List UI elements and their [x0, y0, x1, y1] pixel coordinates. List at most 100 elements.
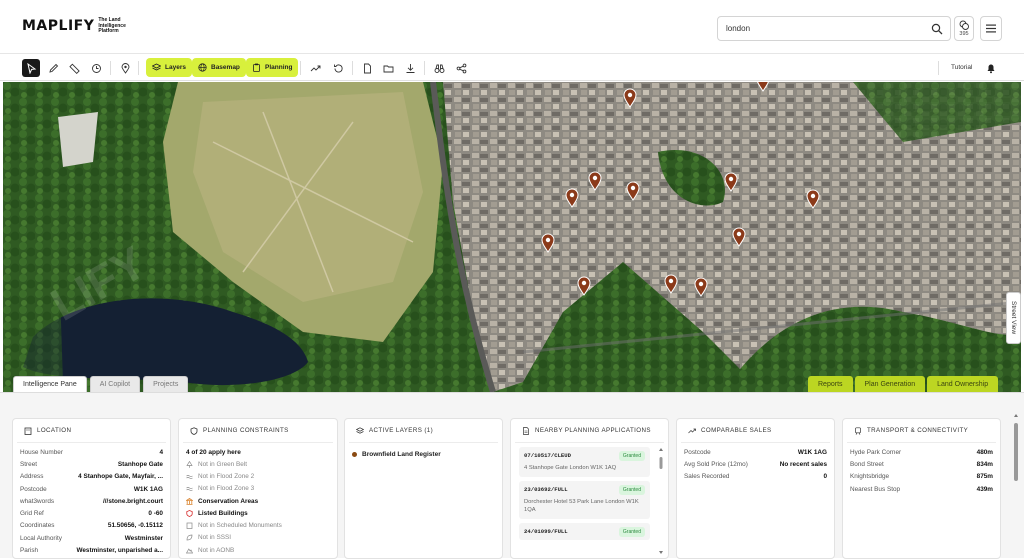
tab-intelligence-pane[interactable]: Intelligence Pane: [13, 376, 87, 392]
constraint-item: Not in Scheduled Monuments: [179, 519, 337, 531]
mountain-icon: [186, 548, 193, 554]
trends-tool[interactable]: [306, 59, 324, 77]
map-action-tabs: Reports Plan Generation Land Ownership: [808, 376, 1000, 392]
download-icon: [406, 63, 414, 73]
layers-button[interactable]: Layers: [146, 58, 192, 77]
menu-button[interactable]: [980, 16, 1002, 41]
map-pin-icon[interactable]: [694, 277, 708, 297]
tab-projects[interactable]: Projects: [143, 376, 189, 392]
tutorial-link[interactable]: Tutorial: [951, 64, 972, 71]
tree-icon: [186, 460, 193, 468]
constraints-summary: 4 of 20 apply here: [186, 449, 241, 456]
active-layer-item[interactable]: Brownfield Land Register: [345, 443, 502, 466]
hamburger-icon: [986, 24, 996, 33]
building-icon: [24, 427, 32, 435]
share-tool[interactable]: [452, 59, 470, 77]
application-address: 4 Stanhope Gate London W1K 1AQ: [524, 465, 617, 471]
street-view-button[interactable]: Street View: [1006, 292, 1021, 344]
planning-button[interactable]: Planning: [246, 58, 299, 77]
toolbar-divider: [424, 61, 425, 75]
map-pin-icon[interactable]: [623, 88, 637, 108]
constraint-item-applies: Conservation Areas: [179, 495, 337, 507]
tab-ai-copilot[interactable]: AI Copilot: [89, 376, 141, 392]
credits-count: 395: [959, 31, 969, 37]
folder-icon: [383, 65, 393, 72]
comparable-sales-card: COMPARABLE SALES Postcode W1K 1AG Avg Sol…: [676, 418, 835, 559]
satellite-map[interactable]: LIFY: [3, 82, 1021, 392]
measure-tool[interactable]: [65, 59, 83, 77]
binoculars-icon: [434, 64, 444, 73]
location-row: Grid Ref 0 -60: [20, 510, 163, 518]
search-icon[interactable]: [931, 23, 943, 35]
logo[interactable]: MAPLIFY The Land Intelligence Platform: [22, 17, 142, 35]
map-pin-icon[interactable]: [732, 227, 746, 247]
basemap-button[interactable]: Basemap: [192, 58, 246, 77]
map-pin-icon[interactable]: [565, 188, 579, 208]
location-row: Parish Westminster, unparished a...: [20, 547, 163, 555]
map-pin-icon[interactable]: [577, 276, 591, 296]
binoculars-tool[interactable]: [430, 59, 448, 77]
transport-row: Hyde Park Corner 480m: [850, 448, 993, 456]
logo-wordmark: MAPLIFY: [22, 18, 95, 35]
location-row: Coordinates 51.50656, -0.15112: [20, 522, 163, 530]
location-row: House Number 4: [20, 448, 163, 456]
shield-icon: [190, 426, 198, 435]
planning-constraints-card: PLANNING CONSTRAINTS 4 of 20 apply here …: [178, 418, 338, 559]
land-ownership-button[interactable]: Land Ownership: [927, 376, 999, 392]
map-pin-icon[interactable]: [756, 82, 770, 92]
map-pin-icon[interactable]: [664, 274, 678, 294]
map-pin-icon[interactable]: [626, 181, 640, 201]
sales-row: Avg Sold Price (12mo) No recent sales: [684, 460, 827, 468]
map-pin-icon[interactable]: [541, 233, 555, 253]
open-folder-tool[interactable]: [379, 59, 397, 77]
bell-icon[interactable]: [985, 62, 997, 74]
application-item[interactable]: 24/01099/FULL Granted: [519, 523, 650, 540]
layers-icon: [152, 63, 161, 71]
download-tool[interactable]: [401, 59, 419, 77]
constraint-item-applies: Listed Buildings: [179, 507, 337, 519]
planning-label: Planning: [265, 64, 293, 71]
trend-up-icon: [688, 428, 696, 433]
location-card: LOCATION House Number 4 Street Stanhope Ga…: [12, 418, 171, 559]
credits-button[interactable]: 395: [954, 16, 974, 41]
search-input[interactable]: [726, 24, 916, 33]
application-item[interactable]: 23/03692/FULL Granted Dorchester Hotel 5…: [519, 481, 650, 519]
monument-icon: [186, 522, 193, 529]
toolbar-divider: [938, 61, 939, 75]
history-icon: [333, 63, 343, 73]
plan-generation-button[interactable]: Plan Generation: [854, 376, 926, 392]
application-item[interactable]: 07/10517/CLEUD Granted 4 Stanhope Gate L…: [519, 447, 650, 477]
layers-card-header: ACTIVE LAYERS (1): [349, 419, 498, 443]
draw-tool[interactable]: [44, 59, 62, 77]
reports-button[interactable]: Reports: [808, 376, 853, 392]
applications-title: NEARBY PLANNING APPLICATIONS: [535, 427, 651, 434]
basemap-label: Basemap: [211, 64, 240, 71]
coins-icon: [959, 20, 969, 30]
leaf-icon: [186, 535, 193, 541]
app-header: MAPLIFY The Land Intelligence Platform 3…: [0, 0, 1024, 54]
map-pin-icon[interactable]: [724, 172, 738, 192]
cursor-icon: [26, 62, 36, 74]
undo-history-tool[interactable]: [329, 59, 347, 77]
constraint-item: Not in Green Belt: [179, 458, 337, 470]
transport-card-header: TRANSPORT & CONNECTIVITY: [847, 419, 996, 443]
location-tool[interactable]: [116, 59, 134, 77]
constraint-item: Not in Flood Zone 3: [179, 483, 337, 495]
select-tool[interactable]: [22, 59, 40, 77]
satellite-imagery: LIFY: [3, 82, 1021, 392]
location-row: Street Stanhope Gate: [20, 460, 163, 468]
constraint-item: Not in AONB: [179, 544, 337, 556]
train-icon: [855, 426, 861, 435]
history-tool[interactable]: [87, 59, 105, 77]
toolbar-divider: [352, 61, 353, 75]
map-pin-icon[interactable]: [806, 189, 820, 209]
panel-scrollbar[interactable]: [1013, 413, 1019, 559]
map-pin-icon: [121, 62, 129, 74]
map-pin-icon[interactable]: [588, 171, 602, 191]
clipboard-icon: [253, 63, 260, 72]
applications-scrollbar[interactable]: [658, 447, 664, 555]
new-file-tool[interactable]: [358, 59, 376, 77]
search-box[interactable]: [717, 16, 951, 41]
globe-icon: [198, 63, 207, 72]
pencil-icon: [48, 63, 58, 73]
